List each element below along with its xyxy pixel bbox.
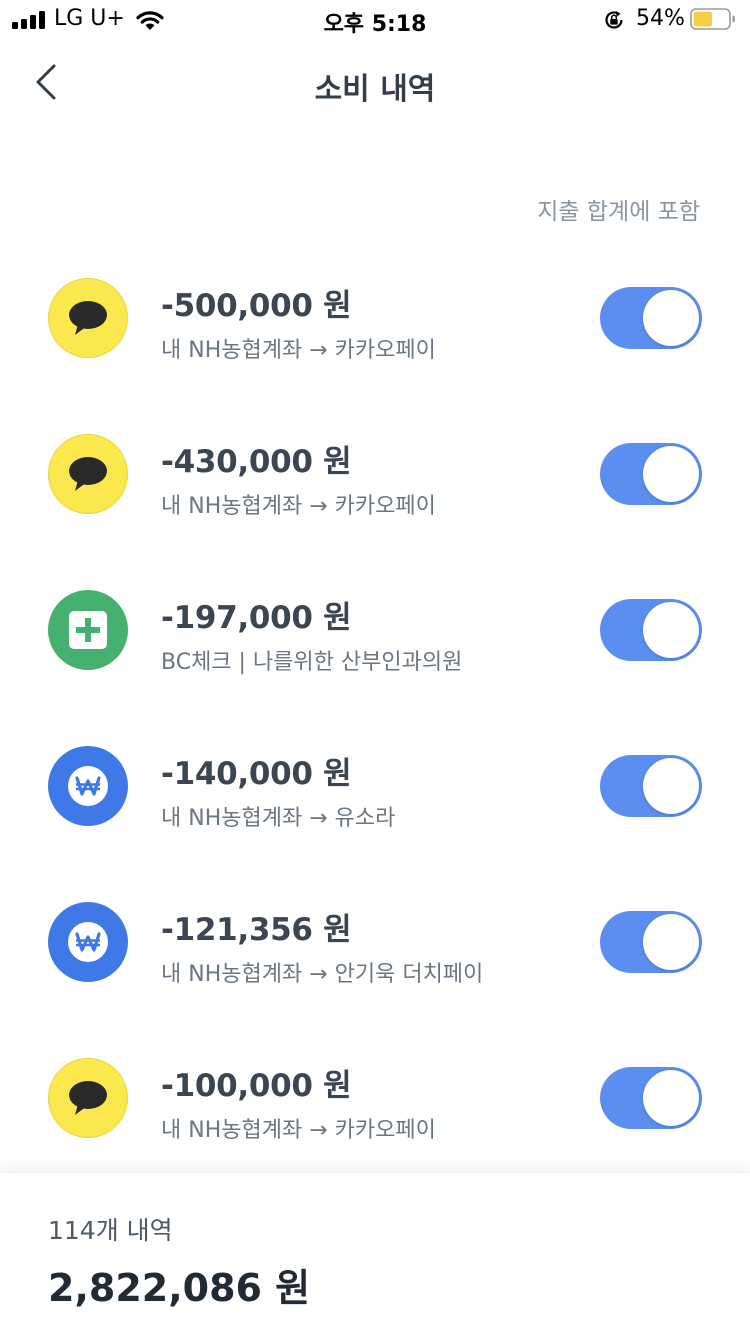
status-bar: LG U+ 오후 5:18 54%: [0, 0, 750, 40]
transaction-row[interactable]: -430,000 원 내 NH농협계좌 → 카카오페이: [0, 398, 750, 554]
summary-footer: 114개 내역 2,822,086 원: [0, 1172, 750, 1334]
transaction-amount: -500,000 원: [161, 288, 352, 324]
include-toggle[interactable]: [600, 911, 702, 973]
kakao-chat-icon: [48, 434, 128, 514]
transaction-amount: -100,000 원: [161, 1068, 352, 1104]
toggle-knob: [643, 602, 699, 658]
transaction-description: 내 NH농협계좌 → 유소라: [161, 806, 396, 831]
kakao-chat-icon: [48, 278, 128, 358]
transaction-row[interactable]: -140,000 원 내 NH농협계좌 → 유소라: [0, 710, 750, 866]
toggle-knob: [643, 290, 699, 346]
include-toggle[interactable]: [600, 287, 702, 349]
include-toggle[interactable]: [600, 755, 702, 817]
transaction-description: 내 NH농협계좌 → 카카오페이: [161, 1118, 436, 1143]
transaction-amount: -140,000 원: [161, 756, 352, 792]
battery-percent: 54%: [636, 6, 685, 31]
transaction-row[interactable]: -121,356 원 내 NH농협계좌 → 안기욱 더치페이: [0, 866, 750, 1022]
transaction-row[interactable]: -500,000 원 내 NH농협계좌 → 카카오페이: [0, 242, 750, 398]
total-amount: 2,822,086 원: [48, 1266, 311, 1310]
transaction-description: 내 NH농협계좌 → 안기욱 더치페이: [161, 962, 484, 987]
kakao-chat-icon: [48, 1058, 128, 1138]
toggle-knob: [643, 758, 699, 814]
toggle-knob: [643, 914, 699, 970]
transaction-count: 114개 내역: [48, 1216, 173, 1245]
include-toggle[interactable]: [600, 599, 702, 661]
won-transfer-icon: [48, 902, 128, 982]
transaction-list: -500,000 원 내 NH농협계좌 → 카카오페이 -430,000 원 내…: [0, 242, 750, 1178]
transaction-row[interactable]: -197,000 원 BC체크 | 나를위한 산부인과의원: [0, 554, 750, 710]
battery-icon: [690, 8, 735, 30]
transaction-amount: -121,356 원: [161, 912, 352, 948]
hospital-cross-icon: [48, 590, 128, 670]
include-toggle[interactable]: [600, 1067, 702, 1129]
won-transfer-icon: [48, 746, 128, 826]
transaction-description: BC체크 | 나를위한 산부인과의원: [161, 650, 463, 675]
transaction-row[interactable]: -100,000 원 내 NH농협계좌 → 카카오페이: [0, 1022, 750, 1178]
include-toggle[interactable]: [600, 443, 702, 505]
include-in-total-label: 지출 합계에 포함: [537, 199, 700, 225]
transaction-amount: -430,000 원: [161, 444, 352, 480]
toggle-knob: [643, 446, 699, 502]
transaction-description: 내 NH농협계좌 → 카카오페이: [161, 338, 436, 363]
page-title: 소비 내역: [314, 72, 436, 107]
transaction-description: 내 NH농협계좌 → 카카오페이: [161, 494, 436, 519]
toggle-knob: [643, 1070, 699, 1126]
rotation-lock-icon: [605, 11, 623, 29]
transaction-amount: -197,000 원: [161, 600, 352, 636]
